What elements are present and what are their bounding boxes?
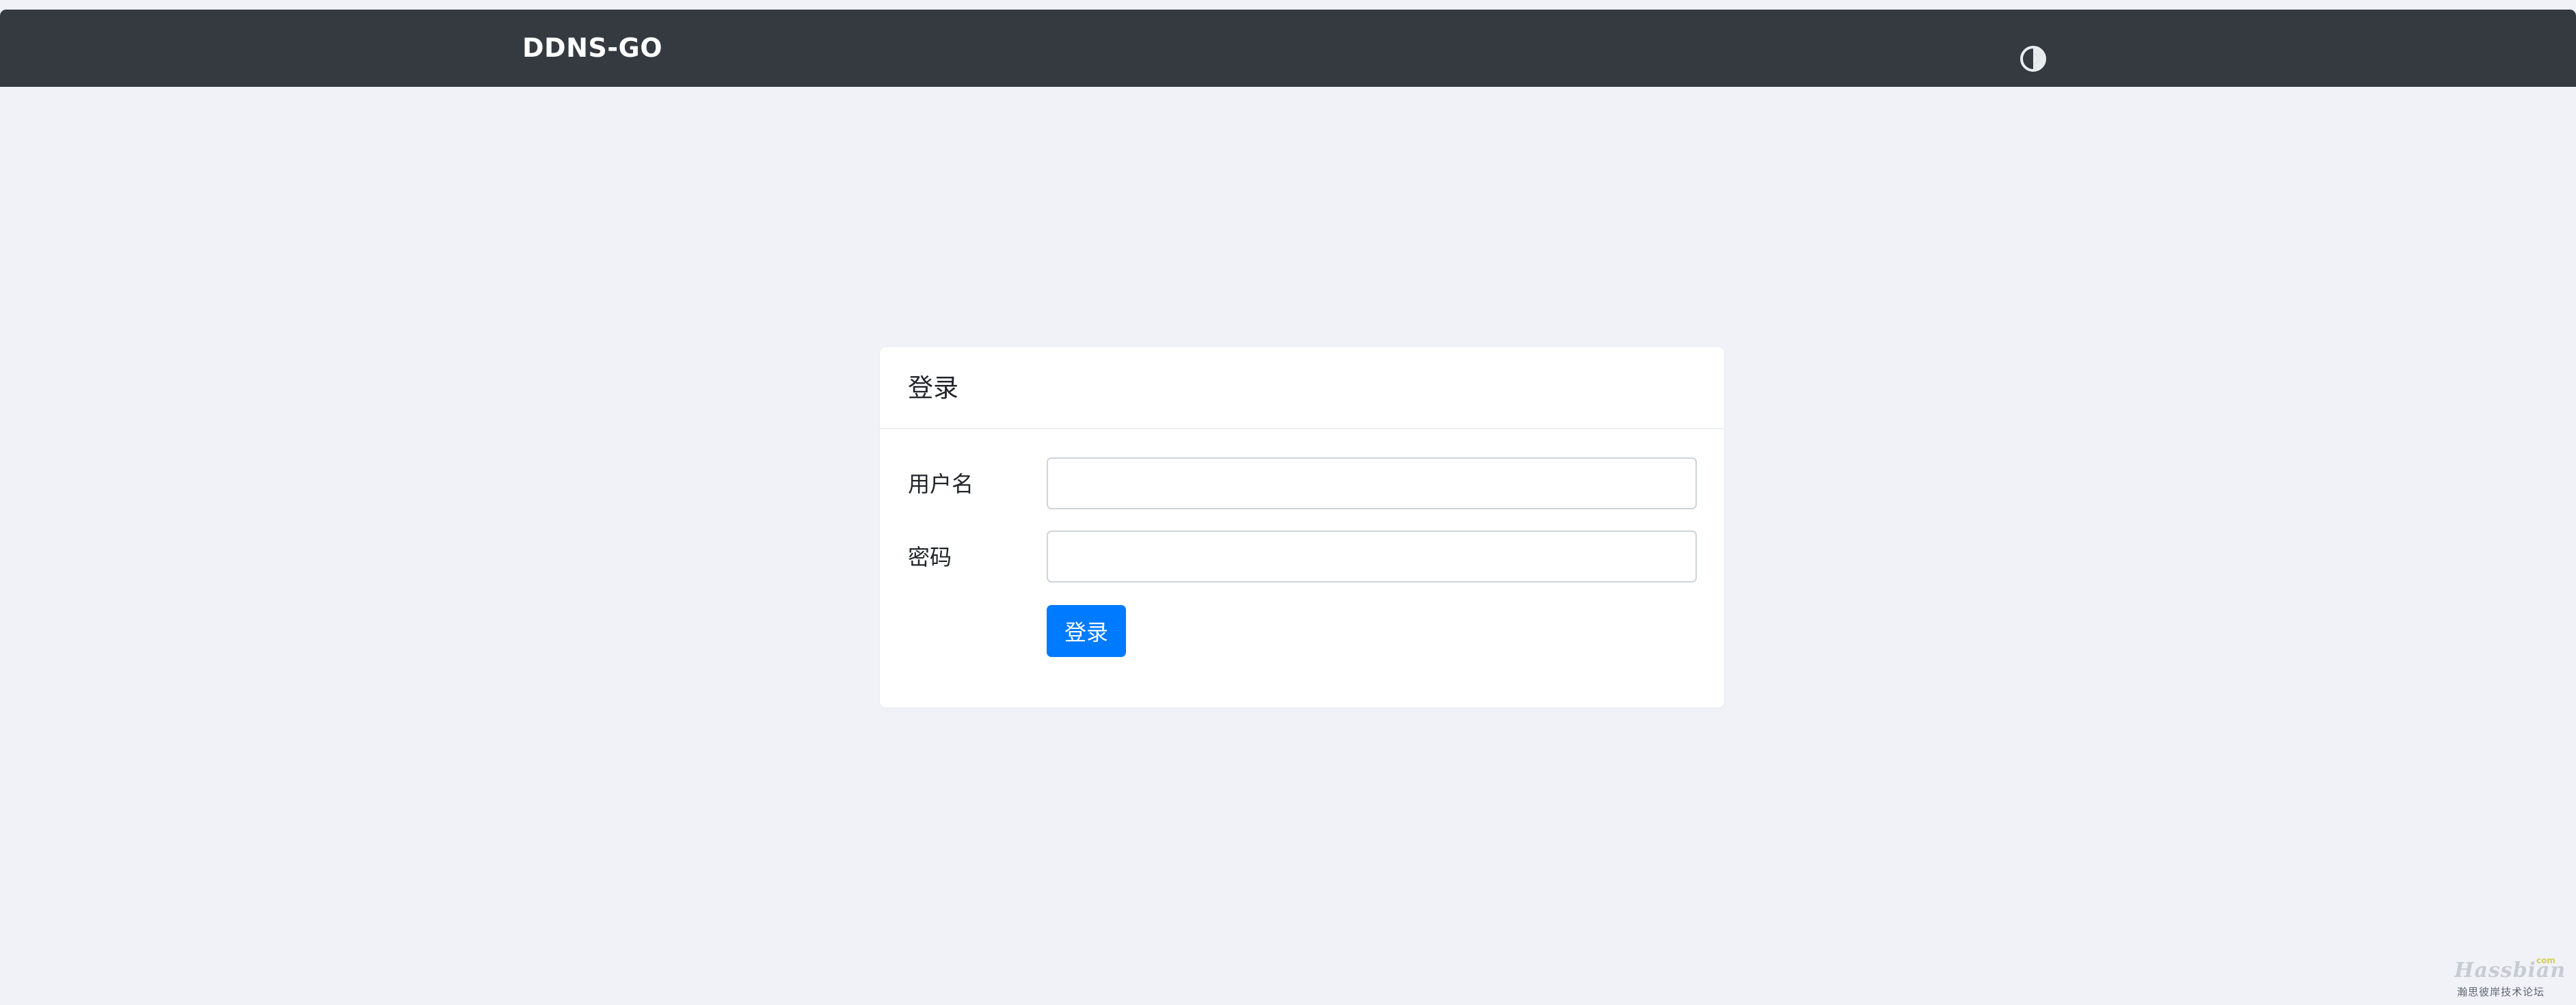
watermark-sub-text: 瀚思彼岸技术论坛 bbox=[2457, 986, 2545, 998]
watermark-suffix-text: com bbox=[2536, 956, 2555, 965]
watermark-logo: Hassbian com 瀚思彼岸技术论坛 bbox=[2454, 956, 2565, 998]
login-card-title: 登录 bbox=[908, 373, 958, 403]
theme-toggle-icon[interactable] bbox=[2018, 44, 2048, 74]
login-card: 登录 bbox=[880, 347, 1724, 708]
username-label: 用户名 bbox=[908, 471, 974, 497]
login-button[interactable]: 登录 bbox=[1047, 605, 1126, 657]
password-input[interactable] bbox=[1047, 531, 1697, 582]
brand-logo[interactable]: DDNS-GO bbox=[522, 30, 662, 66]
top-navbar: DDNS-GO bbox=[0, 10, 2576, 87]
contrast-icon bbox=[2020, 46, 2046, 72]
username-input[interactable] bbox=[1047, 457, 1697, 509]
password-label: 密码 bbox=[908, 544, 952, 570]
login-card-header: 登录 bbox=[880, 347, 1724, 429]
page: DDNS-GO 登录 用户名 密码 登录 Hassbian com 瀚思彼岸技术… bbox=[0, 0, 2576, 1005]
